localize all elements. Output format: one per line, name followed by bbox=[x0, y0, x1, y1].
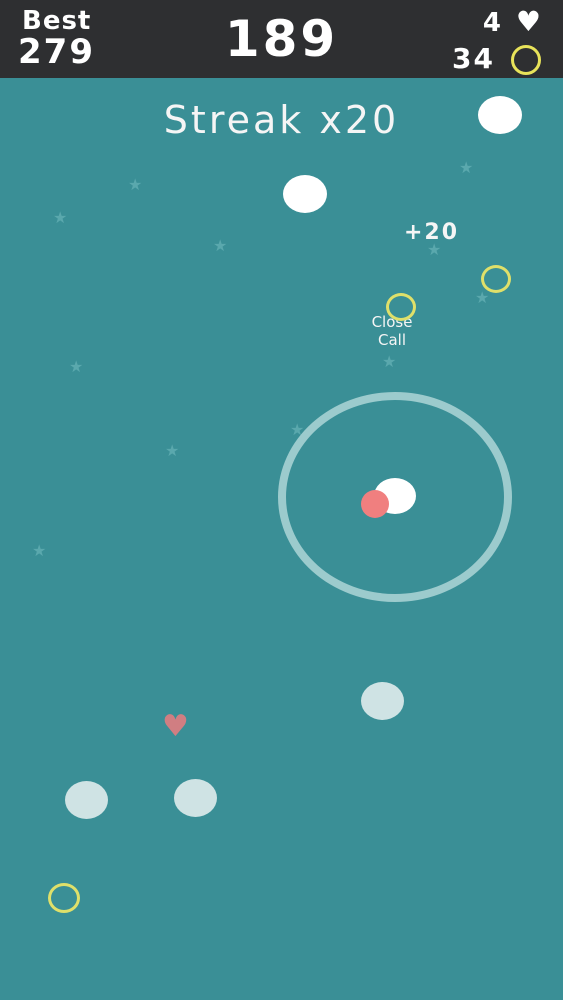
ghost-ball bbox=[65, 781, 108, 819]
coin-count: 34 bbox=[452, 42, 495, 75]
heart-icon: ♥ bbox=[515, 5, 541, 38]
player-zone-ring bbox=[278, 392, 512, 602]
star-icon: ★ bbox=[32, 541, 47, 560]
star-icon: ★ bbox=[382, 352, 397, 371]
coin-ring-icon bbox=[511, 45, 541, 75]
falling-ball bbox=[478, 96, 522, 134]
star-icon: ★ bbox=[165, 441, 180, 460]
ghost-ball bbox=[174, 779, 217, 817]
star-icon: ★ bbox=[427, 240, 442, 259]
coin-ring-icon bbox=[386, 293, 416, 321]
ghost-ball bbox=[361, 682, 404, 720]
falling-ball bbox=[283, 175, 327, 213]
star-icon: ★ bbox=[128, 175, 143, 194]
heart-pickup-icon: ♥ bbox=[162, 709, 189, 744]
star-icon: ★ bbox=[213, 236, 228, 255]
star-icon: ★ bbox=[69, 357, 84, 376]
star-icon: ★ bbox=[53, 208, 68, 227]
star-icon: ★ bbox=[475, 288, 490, 307]
player-ball[interactable] bbox=[361, 490, 389, 518]
coin-ring-icon bbox=[48, 883, 80, 913]
star-icon: ★ bbox=[459, 158, 474, 177]
coin-ring-icon bbox=[481, 265, 511, 293]
lives-count: 4 bbox=[482, 8, 501, 38]
hud-bar: Best 279 189 4 ♥ 34 bbox=[0, 0, 563, 78]
close-call-line2: Call bbox=[377, 331, 406, 349]
